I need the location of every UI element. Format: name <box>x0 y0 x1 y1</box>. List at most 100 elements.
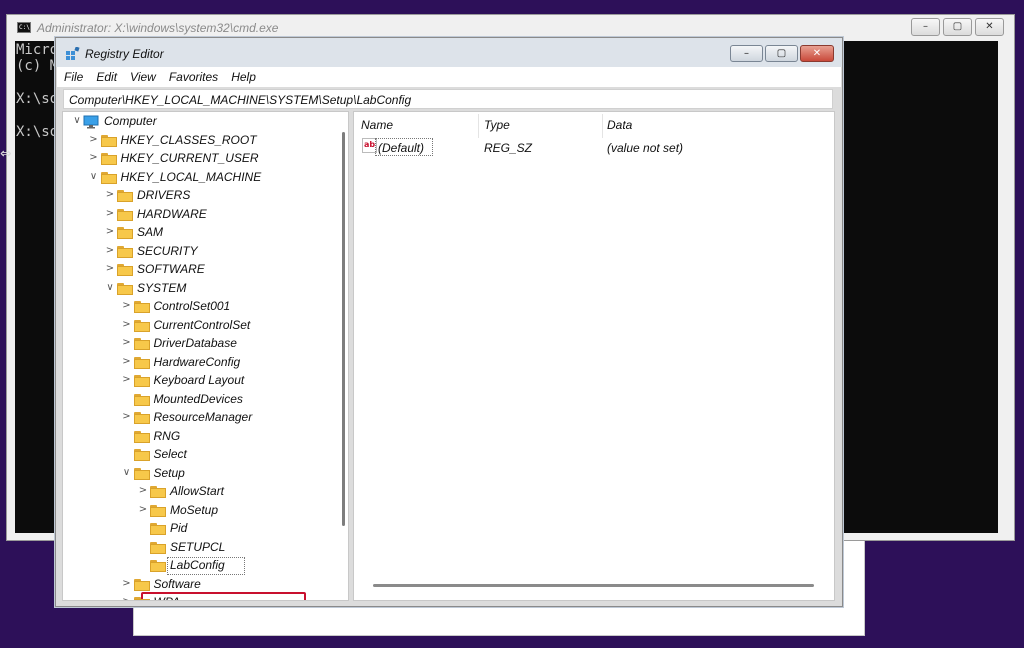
folder-icon <box>117 264 133 276</box>
tree-node-label: CurrentControlSet <box>153 317 251 332</box>
tree-node-setup[interactable]: ∨ Setup <box>121 465 334 483</box>
tree-node-resourcemanager[interactable]: > ResourceManager <box>121 409 334 427</box>
expand-chevron-icon[interactable]: > <box>121 578 133 590</box>
address-bar[interactable]: Computer\HKEY_LOCAL_MACHINE\SYSTEM\Setup… <box>63 89 833 109</box>
tree-node-label: SECURITY <box>137 243 198 258</box>
expand-chevron-icon[interactable]: > <box>121 319 133 331</box>
expand-chevron-icon[interactable]: > <box>104 189 116 201</box>
tree-node-hkey-local-machine[interactable]: ∨ HKEY_LOCAL_MACHINE <box>88 169 334 187</box>
tree-node-label: AllowStart <box>170 484 225 498</box>
expand-chevron-icon[interactable]: > <box>104 208 116 220</box>
resize-cursor-icon: ⇔ <box>0 146 12 162</box>
tree-node-hardwareconfig[interactable]: > HardwareConfig <box>121 354 334 372</box>
tree-node-setupcl[interactable]: SETUPCL <box>137 539 333 557</box>
regedit-minimize-button[interactable]: – <box>730 45 763 62</box>
computer-icon <box>83 115 99 129</box>
tree-node-computer[interactable]: ∨ Computer <box>71 113 333 131</box>
tree-node-label: HardwareConfig <box>153 354 241 369</box>
collapse-chevron-icon[interactable]: ∨ <box>71 115 83 127</box>
tree-node-mosetup[interactable]: > MoSetup <box>137 502 333 520</box>
tree-node-drivers[interactable]: > DRIVERS <box>104 187 333 205</box>
tree-node-select[interactable]: Select <box>121 446 334 464</box>
expand-chevron-icon <box>137 522 149 534</box>
registry-editor-window[interactable]: Registry Editor – ▢ ✕ File Edit View Fav… <box>55 37 843 607</box>
tree-node-label: Software <box>153 576 201 591</box>
values-pane[interactable]: Name Type Data ab (Default) REG_SZ (valu… <box>353 111 835 601</box>
tree-node-hkey-classes-root[interactable]: > HKEY_CLASSES_ROOT <box>88 132 334 150</box>
expand-chevron-icon[interactable]: > <box>104 245 116 257</box>
folder-icon <box>117 245 133 258</box>
expand-chevron-icon[interactable]: > <box>104 226 116 238</box>
tree-node-label: Setup <box>153 465 185 480</box>
maximize-icon: ▢ <box>952 21 963 32</box>
column-header-data[interactable]: Data <box>607 118 632 132</box>
expand-chevron-icon[interactable]: > <box>121 356 133 368</box>
folder-icon <box>117 208 133 221</box>
tree-node-label: SAM <box>137 225 164 239</box>
folder-icon <box>150 486 166 498</box>
registry-tree[interactable]: ∨ Computer > HKEY_CLASSES_ROOT > HKEY_CURRENT… <box>62 111 349 601</box>
tree-node-currentcontrolset[interactable]: > CurrentControlSet <box>121 317 334 335</box>
expand-chevron-icon[interactable]: > <box>121 300 133 312</box>
folder-icon <box>100 153 117 165</box>
regedit-close-button[interactable]: ✕ <box>800 45 834 62</box>
tree-node-label: SOFTWARE <box>137 262 205 276</box>
tree-node-software[interactable]: > SOFTWARE <box>104 261 333 279</box>
expand-chevron-icon[interactable]: > <box>121 596 133 600</box>
menu-view[interactable]: View <box>123 67 162 87</box>
menu-edit[interactable]: Edit <box>89 67 123 87</box>
tree-node-controlset001[interactable]: > ControlSet001 <box>121 298 334 316</box>
expand-chevron-icon <box>137 541 149 553</box>
tree-node-driverdatabase[interactable]: > DriverDatabase <box>121 335 334 353</box>
cmd-close-button[interactable]: ✕ <box>975 18 1004 36</box>
column-divider[interactable] <box>602 114 603 138</box>
expand-chevron-icon[interactable]: > <box>121 374 133 386</box>
tree-node-rng[interactable]: RNG <box>121 428 334 446</box>
tree-node-label: ResourceManager <box>153 410 253 424</box>
expand-chevron-icon[interactable]: > <box>137 485 149 497</box>
column-header-name[interactable]: Name <box>361 118 393 132</box>
horizontal-scrollbar[interactable] <box>373 584 814 587</box>
folder-icon <box>133 578 150 591</box>
tree-node-allowstart[interactable]: > AllowStart <box>137 483 333 501</box>
expand-chevron-icon[interactable]: > <box>121 411 133 423</box>
expand-chevron-icon[interactable]: > <box>104 263 116 275</box>
collapse-chevron-icon[interactable]: ∨ <box>121 467 133 479</box>
tree-node-label: Pid <box>170 521 188 535</box>
cmd-window-title: Administrator: X:\windows\system32\cmd.e… <box>37 21 279 35</box>
tree-node-label: HKEY_CURRENT_USER <box>120 151 259 165</box>
tree-node-wpa[interactable]: > WPA <box>121 594 334 600</box>
menu-favorites[interactable]: Favorites <box>162 67 224 87</box>
tree-node-hkey-current-user[interactable]: > HKEY_CURRENT_USER <box>88 150 334 168</box>
value-type: REG_SZ <box>484 141 533 155</box>
tree-node-sam[interactable]: > SAM <box>104 224 333 242</box>
cmd-minimize-button[interactable]: – <box>911 18 940 36</box>
menu-file[interactable]: File <box>57 67 89 87</box>
column-header-type[interactable]: Type <box>484 118 510 132</box>
expand-chevron-icon[interactable]: > <box>88 134 100 146</box>
tree-node-keyboard-layout[interactable]: > Keyboard Layout <box>121 372 334 390</box>
expand-chevron-icon[interactable]: > <box>137 504 149 516</box>
regedit-titlebar[interactable]: Registry Editor – ▢ ✕ <box>56 38 842 67</box>
value-name[interactable]: (Default) <box>378 141 424 155</box>
menu-help[interactable]: Help <box>224 67 262 87</box>
tree-node-mounteddevices[interactable]: MountedDevices <box>121 391 334 409</box>
folder-icon <box>133 393 150 406</box>
column-divider[interactable] <box>478 114 479 138</box>
tree-node-software[interactable]: > Software <box>121 576 334 594</box>
folder-icon <box>117 190 133 202</box>
expand-chevron-icon[interactable]: > <box>88 152 100 164</box>
expand-chevron-icon[interactable]: > <box>121 337 133 349</box>
tree-node-system[interactable]: ∨ SYSTEM <box>104 280 333 298</box>
tree-scrollbar[interactable] <box>342 132 345 526</box>
tree-node-hardware[interactable]: > HARDWARE <box>104 206 333 224</box>
collapse-chevron-icon[interactable]: ∨ <box>88 171 100 183</box>
cmd-maximize-button[interactable]: ▢ <box>943 18 972 36</box>
tree-node-security[interactable]: > SECURITY <box>104 243 333 261</box>
tree-node-pid[interactable]: Pid <box>137 520 333 538</box>
collapse-chevron-icon[interactable]: ∨ <box>104 282 116 294</box>
console-line: X:\so <box>16 124 59 140</box>
regedit-maximize-button[interactable]: ▢ <box>765 45 798 62</box>
expand-chevron-icon <box>121 393 133 405</box>
close-icon: ✕ <box>985 21 994 32</box>
